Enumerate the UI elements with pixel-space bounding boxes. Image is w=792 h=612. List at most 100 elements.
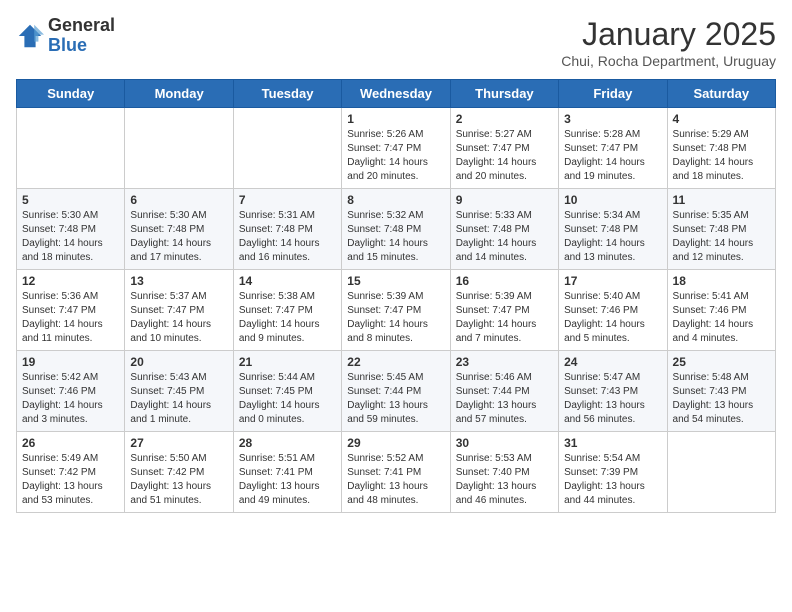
calendar-cell xyxy=(17,108,125,189)
day-info: Sunrise: 5:50 AM Sunset: 7:42 PM Dayligh… xyxy=(130,452,227,508)
day-info: Sunrise: 5:33 AM Sunset: 7:48 PM Dayligh… xyxy=(456,209,553,265)
day-number: 28 xyxy=(239,436,336,450)
calendar-cell: 20 Sunrise: 5:43 AM Sunset: 7:45 PM Dayli… xyxy=(125,351,233,432)
day-header-monday: Monday xyxy=(125,80,233,108)
day-info: Sunrise: 5:28 AM Sunset: 7:47 PM Dayligh… xyxy=(564,128,661,184)
title-block: January 2025 Chui, Rocha Department, Uru… xyxy=(561,16,776,69)
calendar-cell: 1 Sunrise: 5:26 AM Sunset: 7:47 PM Daylig… xyxy=(342,108,450,189)
day-number: 8 xyxy=(347,193,444,207)
day-info: Sunrise: 5:31 AM Sunset: 7:48 PM Dayligh… xyxy=(239,209,336,265)
calendar-cell: 22 Sunrise: 5:45 AM Sunset: 7:44 PM Dayli… xyxy=(342,351,450,432)
day-info: Sunrise: 5:32 AM Sunset: 7:48 PM Dayligh… xyxy=(347,209,444,265)
calendar-cell: 26 Sunrise: 5:49 AM Sunset: 7:42 PM Dayli… xyxy=(17,432,125,513)
calendar-cell: 5Sunrise: 5:30 AM Sunset: 7:48 PM Daylig… xyxy=(17,189,125,270)
day-number: 13 xyxy=(130,274,227,288)
calendar-cell: 10 Sunrise: 5:34 AM Sunset: 7:48 PM Dayli… xyxy=(559,189,667,270)
logo-icon xyxy=(16,22,44,50)
day-header-wednesday: Wednesday xyxy=(342,80,450,108)
day-number: 2 xyxy=(456,112,553,126)
day-number: 21 xyxy=(239,355,336,369)
day-info: Sunrise: 5:30 AM Sunset: 7:48 PM Dayligh… xyxy=(130,209,227,265)
day-number: 7 xyxy=(239,193,336,207)
day-info: Sunrise: 5:46 AM Sunset: 7:44 PM Dayligh… xyxy=(456,371,553,427)
month-title: January 2025 xyxy=(561,16,776,53)
day-number: 9 xyxy=(456,193,553,207)
day-info: Sunrise: 5:43 AM Sunset: 7:45 PM Dayligh… xyxy=(130,371,227,427)
logo-text: General Blue xyxy=(48,16,115,56)
calendar-cell: 15Sunrise: 5:39 AM Sunset: 7:47 PM Dayli… xyxy=(342,270,450,351)
week-row-3: 12Sunrise: 5:36 AM Sunset: 7:47 PM Dayli… xyxy=(17,270,776,351)
day-number: 16 xyxy=(456,274,553,288)
calendar-body: 1 Sunrise: 5:26 AM Sunset: 7:47 PM Daylig… xyxy=(17,108,776,513)
day-info: Sunrise: 5:48 AM Sunset: 7:43 PM Dayligh… xyxy=(673,371,770,427)
day-info: Sunrise: 5:40 AM Sunset: 7:46 PM Dayligh… xyxy=(564,290,661,346)
day-number: 25 xyxy=(673,355,770,369)
day-info: Sunrise: 5:29 AM Sunset: 7:48 PM Dayligh… xyxy=(673,128,770,184)
calendar-cell: 17Sunrise: 5:40 AM Sunset: 7:46 PM Dayli… xyxy=(559,270,667,351)
day-number: 18 xyxy=(673,274,770,288)
page-container: General Blue January 2025 Chui, Rocha De… xyxy=(0,0,792,525)
day-info: Sunrise: 5:54 AM Sunset: 7:39 PM Dayligh… xyxy=(564,452,661,508)
location-subtitle: Chui, Rocha Department, Uruguay xyxy=(561,53,776,69)
day-info: Sunrise: 5:36 AM Sunset: 7:47 PM Dayligh… xyxy=(22,290,119,346)
day-info: Sunrise: 5:38 AM Sunset: 7:47 PM Dayligh… xyxy=(239,290,336,346)
day-info: Sunrise: 5:42 AM Sunset: 7:46 PM Dayligh… xyxy=(22,371,119,427)
calendar-cell: 6Sunrise: 5:30 AM Sunset: 7:48 PM Daylig… xyxy=(125,189,233,270)
day-info: Sunrise: 5:51 AM Sunset: 7:41 PM Dayligh… xyxy=(239,452,336,508)
day-number: 31 xyxy=(564,436,661,450)
day-header-sunday: Sunday xyxy=(17,80,125,108)
day-info: Sunrise: 5:39 AM Sunset: 7:47 PM Dayligh… xyxy=(456,290,553,346)
day-number: 29 xyxy=(347,436,444,450)
day-number: 23 xyxy=(456,355,553,369)
calendar-cell: 9 Sunrise: 5:33 AM Sunset: 7:48 PM Daylig… xyxy=(450,189,558,270)
logo-blue-text: Blue xyxy=(48,36,115,56)
day-header-friday: Friday xyxy=(559,80,667,108)
calendar-cell xyxy=(125,108,233,189)
day-number: 1 xyxy=(347,112,444,126)
header: General Blue January 2025 Chui, Rocha De… xyxy=(16,16,776,69)
day-header-tuesday: Tuesday xyxy=(233,80,341,108)
calendar-cell: 11Sunrise: 5:35 AM Sunset: 7:48 PM Dayli… xyxy=(667,189,775,270)
day-info: Sunrise: 5:53 AM Sunset: 7:40 PM Dayligh… xyxy=(456,452,553,508)
logo-general-text: General xyxy=(48,16,115,36)
day-number: 11 xyxy=(673,193,770,207)
day-info: Sunrise: 5:41 AM Sunset: 7:46 PM Dayligh… xyxy=(673,290,770,346)
day-number: 5 xyxy=(22,193,119,207)
calendar-cell: 2Sunrise: 5:27 AM Sunset: 7:47 PM Daylig… xyxy=(450,108,558,189)
calendar-cell: 23 Sunrise: 5:46 AM Sunset: 7:44 PM Dayli… xyxy=(450,351,558,432)
calendar-cell: 18 Sunrise: 5:41 AM Sunset: 7:46 PM Dayli… xyxy=(667,270,775,351)
calendar-cell: 14Sunrise: 5:38 AM Sunset: 7:47 PM Dayli… xyxy=(233,270,341,351)
day-number: 10 xyxy=(564,193,661,207)
calendar-cell: 29 Sunrise: 5:52 AM Sunset: 7:41 PM Dayli… xyxy=(342,432,450,513)
calendar-table: SundayMondayTuesdayWednesdayThursdayFrid… xyxy=(16,79,776,513)
day-number: 20 xyxy=(130,355,227,369)
day-number: 24 xyxy=(564,355,661,369)
calendar-cell: 8 Sunrise: 5:32 AM Sunset: 7:48 PM Daylig… xyxy=(342,189,450,270)
day-number: 27 xyxy=(130,436,227,450)
calendar-cell: 19 Sunrise: 5:42 AM Sunset: 7:46 PM Dayli… xyxy=(17,351,125,432)
day-info: Sunrise: 5:52 AM Sunset: 7:41 PM Dayligh… xyxy=(347,452,444,508)
day-info: Sunrise: 5:45 AM Sunset: 7:44 PM Dayligh… xyxy=(347,371,444,427)
calendar-cell: 31 Sunrise: 5:54 AM Sunset: 7:39 PM Dayli… xyxy=(559,432,667,513)
day-number: 3 xyxy=(564,112,661,126)
calendar-cell: 16 Sunrise: 5:39 AM Sunset: 7:47 PM Dayli… xyxy=(450,270,558,351)
day-number: 19 xyxy=(22,355,119,369)
day-info: Sunrise: 5:26 AM Sunset: 7:47 PM Dayligh… xyxy=(347,128,444,184)
day-info: Sunrise: 5:49 AM Sunset: 7:42 PM Dayligh… xyxy=(22,452,119,508)
calendar-cell: 12Sunrise: 5:36 AM Sunset: 7:47 PM Dayli… xyxy=(17,270,125,351)
day-number: 26 xyxy=(22,436,119,450)
week-row-4: 19 Sunrise: 5:42 AM Sunset: 7:46 PM Dayli… xyxy=(17,351,776,432)
days-of-week-row: SundayMondayTuesdayWednesdayThursdayFrid… xyxy=(17,80,776,108)
week-row-5: 26 Sunrise: 5:49 AM Sunset: 7:42 PM Dayli… xyxy=(17,432,776,513)
day-info: Sunrise: 5:44 AM Sunset: 7:45 PM Dayligh… xyxy=(239,371,336,427)
calendar-cell: 25 Sunrise: 5:48 AM Sunset: 7:43 PM Dayli… xyxy=(667,351,775,432)
day-info: Sunrise: 5:37 AM Sunset: 7:47 PM Dayligh… xyxy=(130,290,227,346)
day-number: 30 xyxy=(456,436,553,450)
calendar-cell: 7 Sunrise: 5:31 AM Sunset: 7:48 PM Daylig… xyxy=(233,189,341,270)
day-header-saturday: Saturday xyxy=(667,80,775,108)
day-info: Sunrise: 5:34 AM Sunset: 7:48 PM Dayligh… xyxy=(564,209,661,265)
day-number: 22 xyxy=(347,355,444,369)
calendar-cell xyxy=(667,432,775,513)
calendar-cell: 28 Sunrise: 5:51 AM Sunset: 7:41 PM Dayli… xyxy=(233,432,341,513)
logo: General Blue xyxy=(16,16,115,56)
